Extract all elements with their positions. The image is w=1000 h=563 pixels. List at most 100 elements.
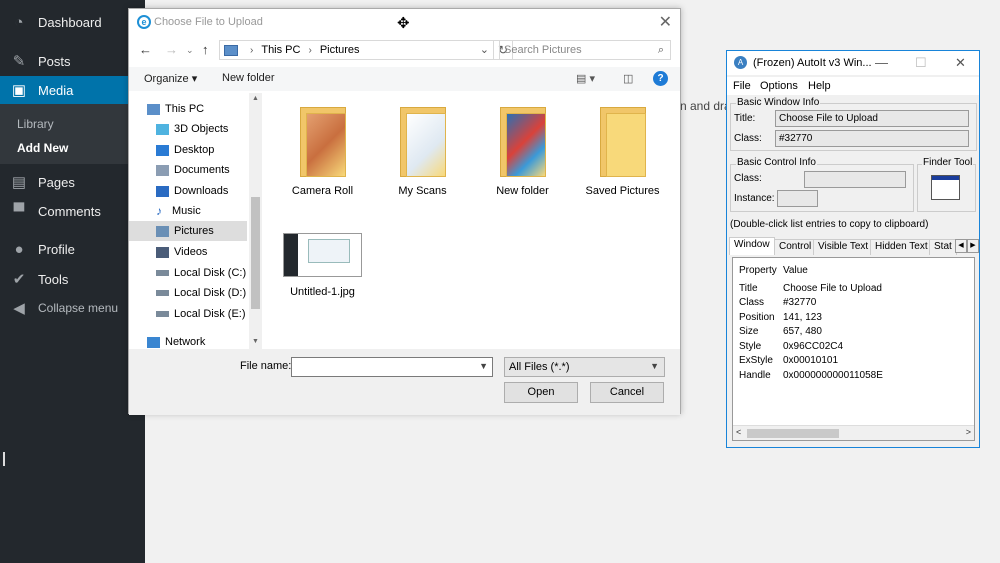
folder-new-folder[interactable]: New folder — [475, 107, 570, 197]
basic-window-info-label: Basic Window Info — [736, 97, 821, 108]
info-tabs: Window Control Visible Text Hidden Text … — [729, 237, 979, 255]
file-type-select[interactable]: All Files (*.*) ▼ — [504, 357, 665, 377]
tab-visible-text[interactable]: Visible Text — [813, 239, 874, 255]
folder-icon — [299, 107, 346, 177]
address-bar[interactable]: › This PC › Pictures ⌄ — [219, 40, 494, 60]
breadcrumb-this-pc[interactable]: This PC — [261, 44, 300, 56]
close-icon[interactable]: ✕ — [955, 55, 966, 71]
sidebar-item-pages[interactable]: ▤ Pages — [0, 168, 145, 196]
scroll-right-icon[interactable]: > — [966, 427, 971, 437]
file-untitled-1[interactable]: Untitled-1.jpg — [275, 233, 370, 298]
recent-chevron-icon[interactable]: ⌄ — [186, 45, 194, 56]
horizontal-scrollbar[interactable]: < > — [733, 425, 974, 440]
nav-item-downloads[interactable]: Downloads — [156, 181, 261, 201]
title-field[interactable]: Choose File to Upload — [775, 110, 969, 127]
scroll-thumb[interactable] — [747, 429, 839, 438]
nav-label: Documents — [174, 164, 230, 176]
new-folder-button[interactable]: New folder — [222, 72, 275, 84]
media-submenu: Library Add New — [0, 104, 145, 164]
menu-help[interactable]: Help — [808, 80, 831, 92]
help-icon[interactable]: ? — [653, 71, 668, 86]
collapse-menu[interactable]: ◀ Collapse menu — [0, 294, 145, 322]
sidebar-item-media[interactable]: ▣ Media — [0, 76, 145, 104]
sidebar-item-tools[interactable]: ✔ Tools — [0, 265, 145, 293]
cancel-button[interactable]: Cancel — [590, 382, 664, 403]
file-name-input[interactable]: ▼ — [291, 357, 493, 377]
nav-item-videos[interactable]: Videos — [156, 242, 261, 262]
nav-label: Local Disk (C:) — [174, 267, 247, 279]
class-field[interactable]: #32770 — [775, 130, 969, 147]
nav-item-local-disk-d[interactable]: Local Disk (D:) — [156, 283, 261, 303]
scroll-thumb[interactable] — [251, 197, 260, 309]
maximize-icon[interactable]: ☐ — [915, 55, 927, 71]
back-arrow-icon[interactable]: ← — [139, 42, 152, 57]
nav-scrollbar[interactable]: ▲ ▼ — [249, 93, 262, 349]
tab-scroll-buttons: ◀ ▶ — [955, 239, 979, 253]
autoit-title: (Frozen) AutoIt v3 Win... — [753, 57, 872, 69]
menu-options[interactable]: Options — [760, 80, 798, 92]
tab-hidden-text[interactable]: Hidden Text — [870, 239, 933, 255]
breadcrumb-pictures[interactable]: Pictures — [320, 44, 360, 56]
dashboard-icon: ◔ — [14, 13, 24, 31]
scroll-down-icon[interactable]: ▼ — [252, 338, 259, 345]
prop-key: Class — [739, 297, 765, 308]
nav-item-desktop[interactable]: Desktop — [156, 140, 261, 160]
search-icon: ⌕ — [657, 44, 664, 56]
nav-label: 3D Objects — [174, 123, 229, 135]
folder-camera-roll[interactable]: Camera Roll — [275, 107, 370, 197]
nav-item-documents[interactable]: Documents — [156, 160, 261, 180]
organize-button[interactable]: Organize ▾ — [144, 72, 197, 85]
nav-item-3d-objects[interactable]: 3D Objects — [156, 119, 261, 139]
collapse-menu-label: Collapse menu — [38, 301, 119, 315]
submenu-library[interactable]: Library — [17, 117, 54, 131]
cube-icon — [156, 123, 169, 135]
preview-pane-icon[interactable]: ◫ — [623, 72, 633, 85]
nav-label: Videos — [174, 246, 208, 258]
nav-item-this-pc[interactable]: This PC — [147, 99, 261, 119]
search-input[interactable]: Search Pictures ⌕ — [499, 40, 671, 60]
nav-item-local-disk-e[interactable]: Local Disk (E:) — [156, 304, 261, 324]
chevron-down-icon[interactable]: ▼ — [479, 361, 488, 371]
view-options-icon[interactable]: ▤ ▾ — [576, 72, 595, 85]
autoit-titlebar[interactable]: A (Frozen) AutoIt v3 Win... — ☐ ✕ — [727, 51, 979, 75]
folder-my-scans[interactable]: My Scans — [375, 107, 470, 197]
nav-item-local-disk-c[interactable]: Local Disk (C:) — [156, 263, 261, 283]
control-class-field[interactable] — [804, 171, 906, 188]
basic-control-info-label: Basic Control Info — [736, 157, 817, 168]
scroll-left-icon[interactable]: < — [736, 427, 741, 437]
nav-item-network[interactable]: Network — [147, 332, 261, 349]
menu-file[interactable]: File — [733, 80, 751, 92]
nav-item-pictures[interactable]: Pictures — [129, 221, 247, 241]
edge-marker — [3, 452, 5, 466]
open-button[interactable]: Open — [504, 382, 578, 403]
tab-right-icon[interactable]: ▶ — [967, 239, 979, 253]
sidebar-item-comments[interactable]: ▀ Comments — [0, 197, 145, 225]
instance-field[interactable] — [777, 190, 818, 207]
folder-saved-pictures[interactable]: Saved Pictures — [575, 107, 670, 197]
submenu-add-new[interactable]: Add New — [17, 141, 68, 155]
dialog-titlebar[interactable]: e Choose File to Upload ✥ ✕ — [129, 9, 680, 37]
property-list[interactable]: Property Value Title Choose File to Uplo… — [732, 257, 975, 441]
up-arrow-icon[interactable]: ↑ — [202, 42, 209, 57]
close-icon[interactable]: ✕ — [659, 12, 672, 32]
documents-icon — [156, 164, 169, 176]
class-label: Class: — [734, 133, 762, 144]
sidebar-item-posts[interactable]: ✎ Posts — [0, 47, 145, 75]
prop-value: 0x00010101 — [783, 355, 839, 366]
finder-tool-target[interactable] — [931, 175, 960, 200]
tab-left-icon[interactable]: ◀ — [955, 239, 967, 253]
nav-item-music[interactable]: ♪ Music — [156, 201, 261, 221]
tab-stat[interactable]: Stat — [929, 239, 957, 255]
tab-window[interactable]: Window — [729, 237, 775, 255]
ie-icon: e — [137, 15, 151, 29]
sidebar-item-dashboard[interactable]: ◔ Dashboard — [0, 8, 145, 36]
sidebar-item-profile[interactable]: ● Profile — [0, 235, 145, 263]
tab-control[interactable]: Control — [774, 239, 817, 255]
scroll-up-icon[interactable]: ▲ — [252, 95, 259, 102]
chevron-down-icon[interactable]: ⌄ — [480, 43, 489, 56]
drive-icon — [156, 290, 169, 296]
file-name-label: File name: — [240, 360, 292, 372]
minimize-icon[interactable]: — — [875, 55, 888, 70]
forward-arrow-icon[interactable]: → — [165, 42, 178, 57]
nav-label: Pictures — [174, 225, 214, 237]
